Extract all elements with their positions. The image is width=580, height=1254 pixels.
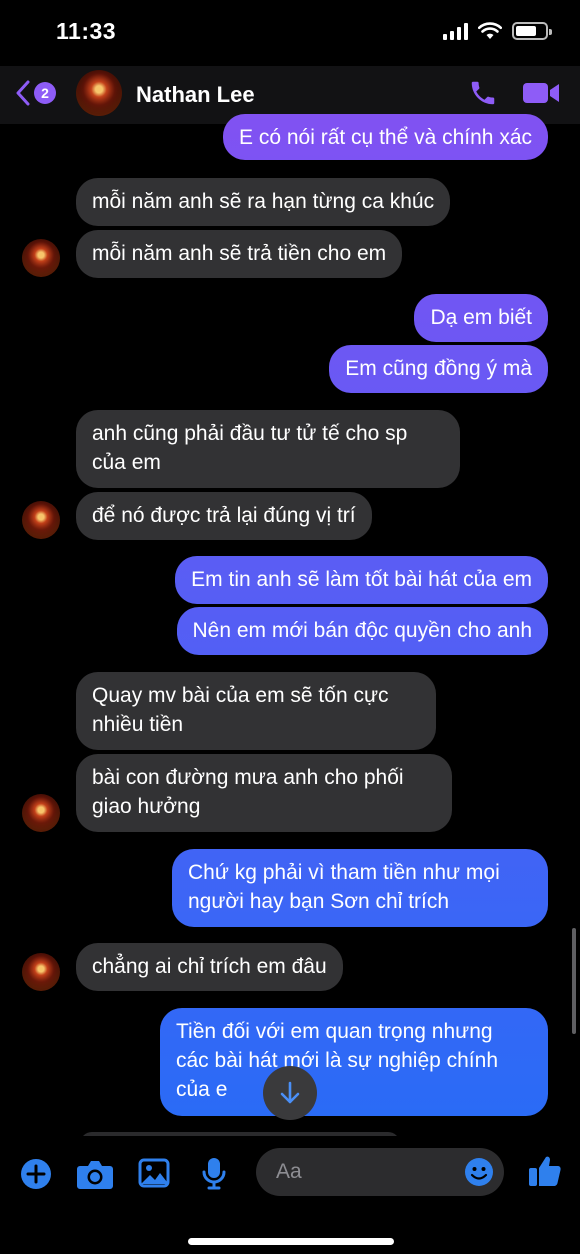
contact-avatar[interactable] — [22, 501, 60, 539]
jump-to-latest-button[interactable] — [263, 1066, 317, 1120]
message-bubble-incoming[interactable]: để nó được trả lại đúng vị trí — [76, 492, 372, 540]
message-bubble-outgoing[interactable]: Em tin anh sẽ làm tốt bài hát của em — [175, 556, 548, 604]
battery-icon — [512, 22, 552, 40]
plus-circle-icon[interactable] — [20, 1158, 52, 1195]
back-button[interactable]: 2 — [16, 80, 56, 106]
image-icon[interactable] — [138, 1158, 170, 1193]
status-time: 11:33 — [56, 18, 117, 44]
thumbs-up-icon — [529, 1156, 561, 1186]
contact-avatar[interactable] — [76, 70, 122, 116]
emoji-icon — [465, 1158, 493, 1186]
message-bubble-incoming[interactable]: mỗi năm anh sẽ ra hạn từng ca khúc — [76, 178, 451, 226]
unread-count-badge: 2 — [34, 82, 56, 104]
contact-name[interactable]: Nathan Lee — [136, 82, 255, 108]
phone-icon — [471, 81, 495, 105]
wifi-icon — [478, 22, 502, 39]
contact-avatar[interactable] — [22, 953, 60, 991]
message-bubble-outgoing[interactable]: Em cũng đồng ý mà — [329, 345, 548, 393]
message-input[interactable] — [276, 1158, 456, 1186]
cellular-signal-icon — [443, 22, 468, 40]
message-bubble-outgoing[interactable]: Dạ em biết — [414, 294, 548, 342]
video-call-button[interactable] — [522, 80, 560, 111]
camera-icon[interactable] — [76, 1158, 114, 1195]
message-input-wrapper — [256, 1148, 504, 1196]
message-bubble-outgoing[interactable]: Nên em mới bán độc quyền cho anh — [176, 607, 548, 655]
home-indicator[interactable] — [188, 1238, 394, 1245]
message-bubble-incoming[interactable]: chẳng ai chỉ trích em đâu — [76, 943, 343, 991]
message-bubble-incoming[interactable]: Quay mv bài của em sẽ tốn cực nhiều tiền — [76, 672, 436, 750]
thumbs-up-button[interactable] — [528, 1154, 562, 1193]
status-bar: 11:33 — [0, 0, 580, 66]
scrollbar[interactable] — [572, 928, 576, 1034]
message-bubble-outgoing[interactable]: Chứ kg phải vì tham tiền như mọi người h… — [172, 849, 548, 927]
message-bubble-incoming[interactable]: bài con đường mưa anh cho phối giao hưởn… — [76, 754, 452, 832]
contact-avatar[interactable] — [22, 239, 60, 277]
status-icons — [443, 22, 552, 40]
message-bubble-outgoing[interactable]: E có nói rất cụ thể và chính xác — [223, 114, 548, 160]
message-composer — [0, 1136, 580, 1254]
contact-avatar[interactable] — [22, 794, 60, 832]
message-bubble-outgoing[interactable]: Tiền đối với em quan trọng nhưng các bài… — [160, 1008, 548, 1116]
video-camera-icon — [523, 83, 559, 103]
voice-call-button[interactable] — [468, 78, 498, 113]
arrow-down-icon — [280, 1081, 300, 1104]
emoji-button[interactable] — [464, 1157, 494, 1192]
chevron-left-icon — [16, 80, 30, 106]
message-bubble-incoming[interactable]: anh cũng phải đầu tư tử tế cho sp của em — [76, 410, 460, 488]
microphone-icon[interactable] — [202, 1156, 226, 1195]
message-bubble-incoming[interactable]: mỗi năm anh sẽ trả tiền cho em — [76, 230, 403, 278]
